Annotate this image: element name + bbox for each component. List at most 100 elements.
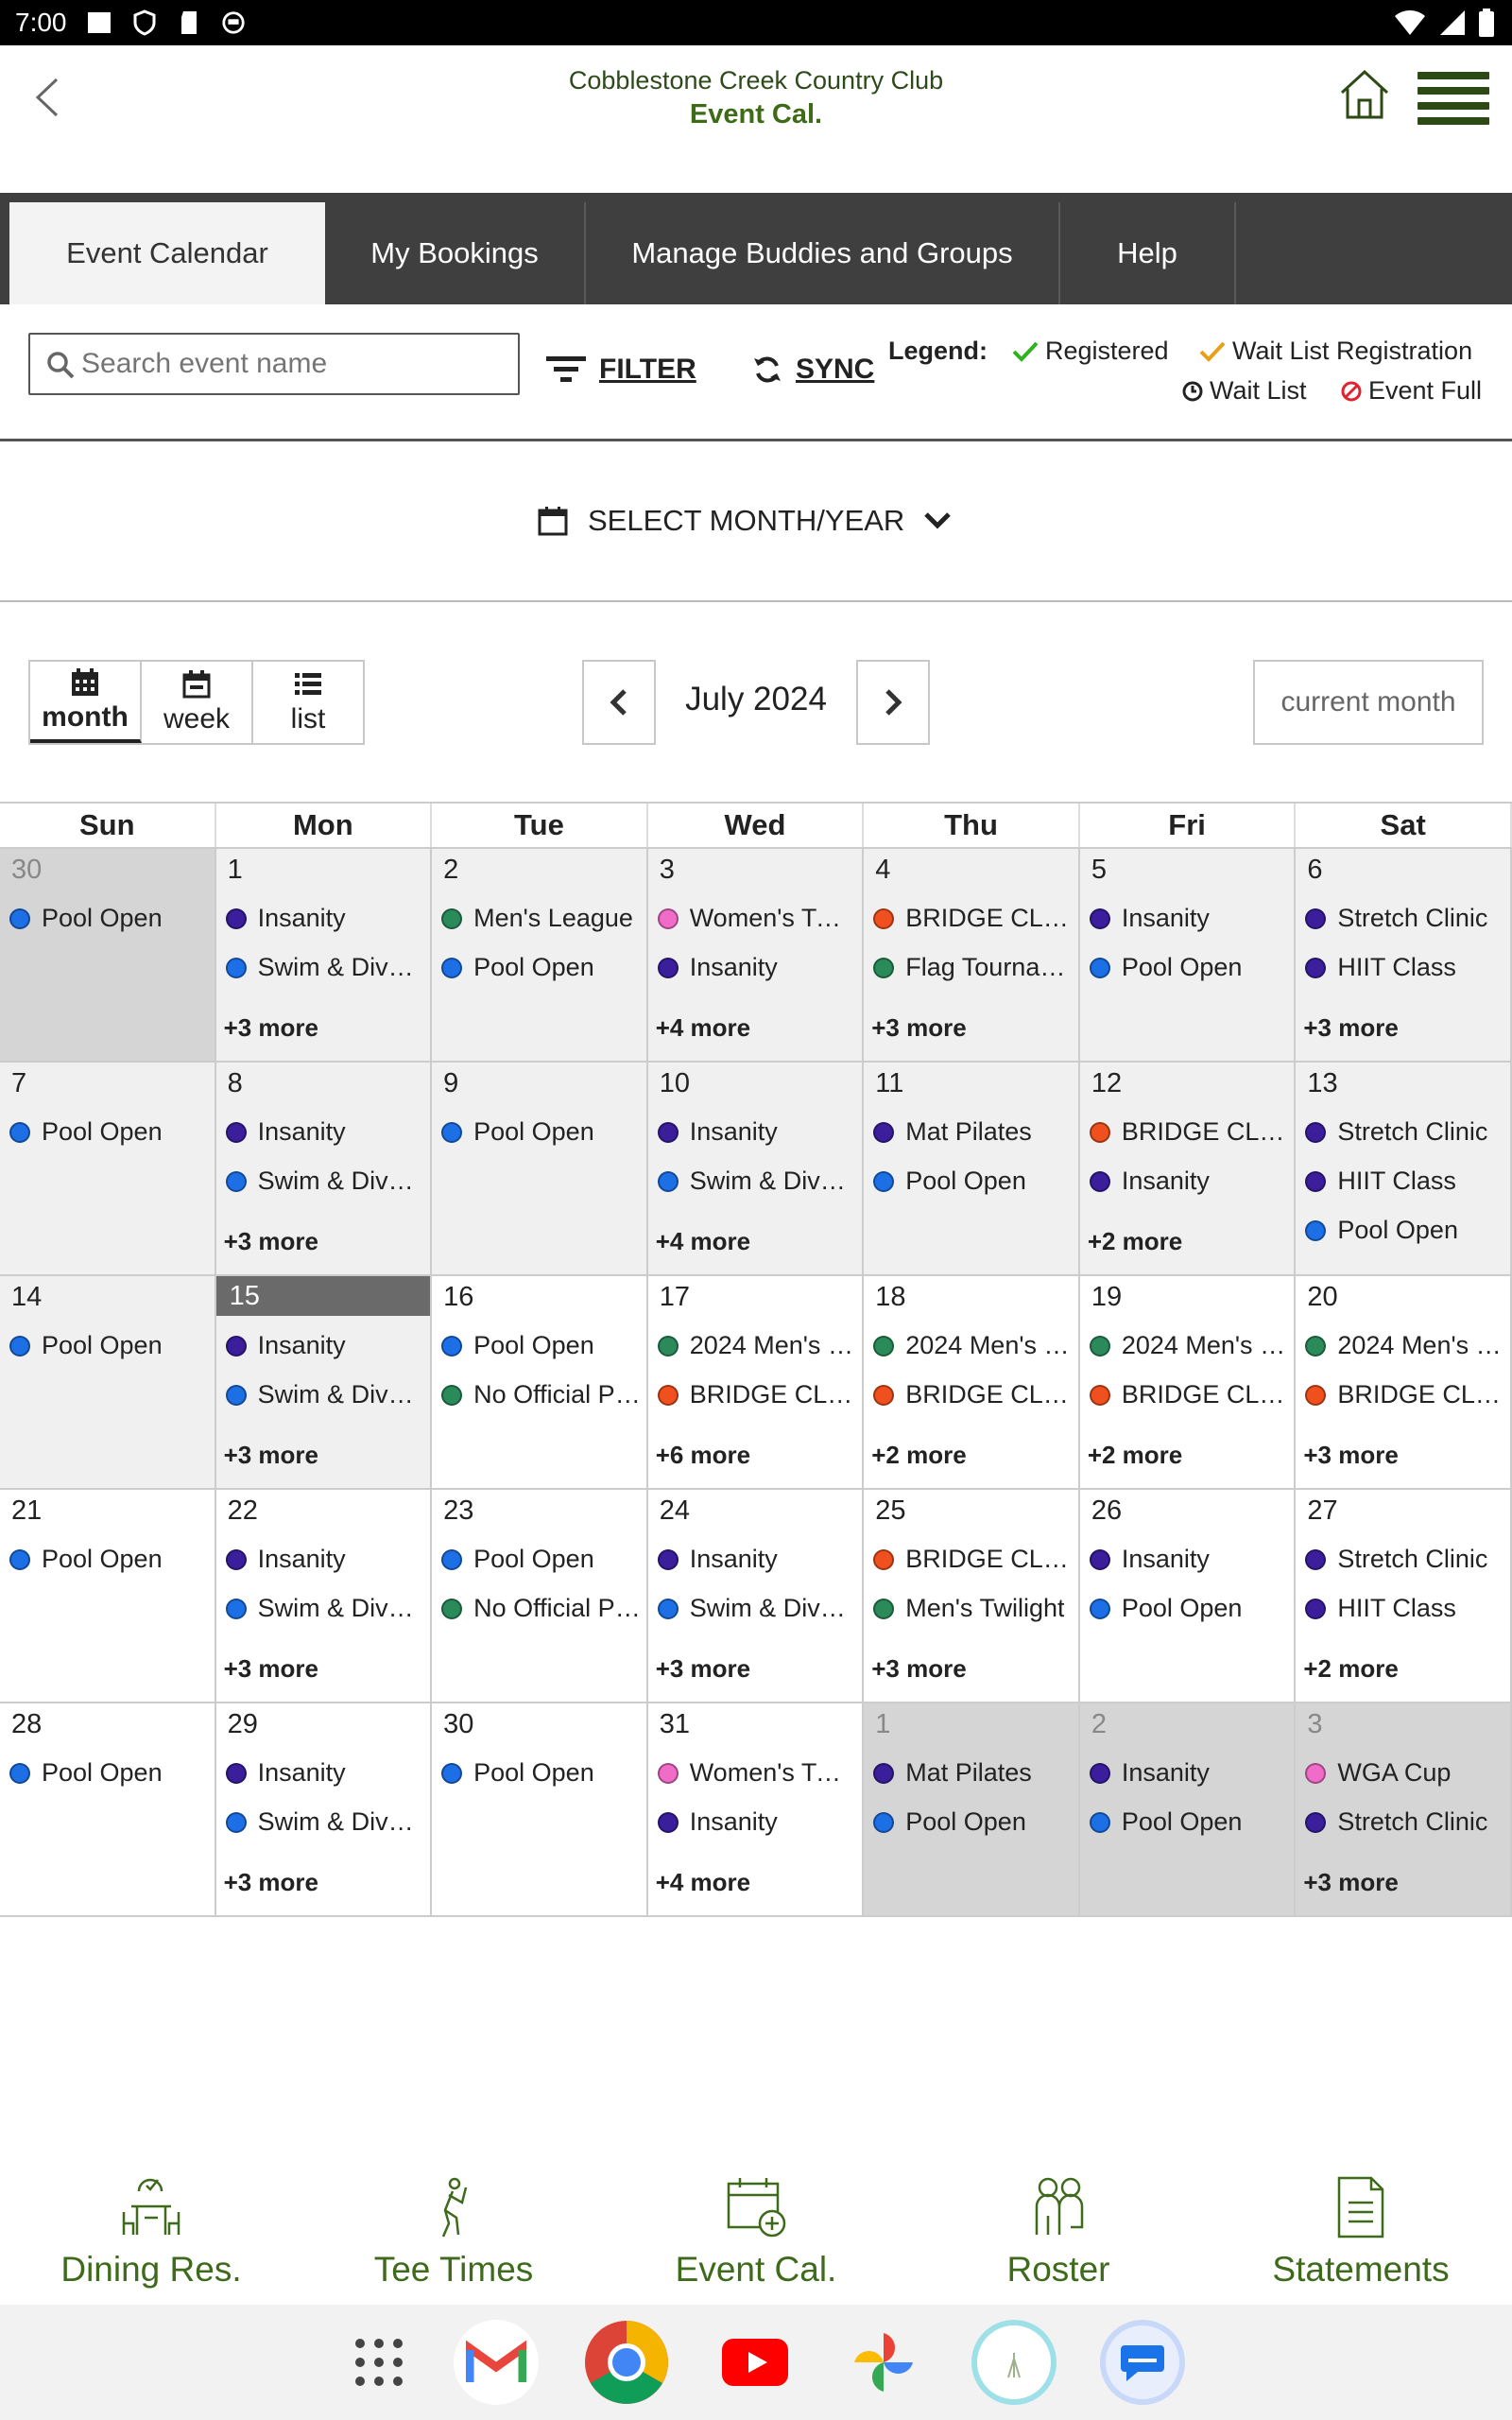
day-cell[interactable]: 4 BRIDGE CLOSED Flag Tournament +3 more — [864, 849, 1080, 1061]
more-events-link[interactable]: +3 more — [1303, 1868, 1398, 1897]
calendar-event[interactable]: Pool Open — [1305, 1216, 1505, 1245]
day-cell[interactable]: 3 Women's Twilight Insanity +4 more — [647, 849, 865, 1061]
day-cell[interactable]: 13 Stretch Clinic HIIT Class Pool Open — [1296, 1063, 1512, 1274]
calendar-event[interactable]: Insanity — [1089, 1758, 1290, 1788]
calendar-event[interactable]: Insanity — [225, 1331, 426, 1360]
more-events-link[interactable]: +2 more — [1088, 1227, 1182, 1256]
day-cell[interactable]: 12 BRIDGE CLOSED Insanity +2 more — [1079, 1063, 1297, 1274]
day-cell[interactable]: 6 Stretch Clinic HIIT Class +3 more — [1296, 849, 1512, 1061]
day-cell[interactable]: 28 Pool Open — [0, 1703, 216, 1915]
current-month-button[interactable]: current month — [1253, 660, 1484, 745]
calendar-event[interactable]: 2024 Men's Invitational — [1305, 1331, 1505, 1360]
more-events-link[interactable]: +6 more — [656, 1441, 750, 1470]
club-app-icon[interactable] — [971, 2320, 1057, 2405]
search-input[interactable] — [81, 344, 507, 384]
day-cell[interactable]: 3 WGA Cup Stretch Clinic +3 more — [1296, 1703, 1512, 1915]
day-cell[interactable]: 24 Insanity Swim & Dive Team +3 more — [647, 1490, 865, 1702]
calendar-event[interactable]: Swim & Dive Team — [225, 1167, 426, 1196]
calendar-event[interactable]: Stretch Clinic — [1305, 1545, 1505, 1574]
calendar-event[interactable]: Pool Open — [873, 1807, 1074, 1837]
calendar-event[interactable]: 2024 Men's Invitational — [873, 1331, 1074, 1360]
calendar-event[interactable]: BRIDGE CLOSED — [1305, 1380, 1505, 1409]
calendar-event[interactable]: Insanity — [657, 1807, 858, 1837]
more-events-link[interactable]: +3 more — [224, 1868, 318, 1897]
calendar-event[interactable]: Insanity — [225, 904, 426, 933]
calendar-event[interactable]: BRIDGE CLOSED — [1089, 1117, 1290, 1147]
day-cell[interactable]: 2 Insanity Pool Open — [1079, 1703, 1297, 1915]
calendar-event[interactable]: No Official Play — [441, 1594, 642, 1623]
day-cell[interactable]: 26 Insanity Pool Open — [1079, 1490, 1297, 1702]
calendar-event[interactable]: Insanity — [225, 1545, 426, 1574]
day-cell[interactable]: 9 Pool Open — [432, 1063, 648, 1274]
calendar-event[interactable]: Pool Open — [441, 1331, 642, 1360]
day-cell[interactable]: 25 BRIDGE CLOSED Men's Twilight +3 more — [864, 1490, 1080, 1702]
nav-event-cal[interactable]: Event Cal. — [605, 2165, 907, 2305]
calendar-event[interactable]: Women's Twilight — [657, 1758, 858, 1788]
gmail-icon[interactable] — [454, 2320, 539, 2405]
day-cell[interactable]: 27 Stretch Clinic HIIT Class +2 more — [1296, 1490, 1512, 1702]
calendar-event[interactable]: Stretch Clinic — [1305, 1117, 1505, 1147]
calendar-event[interactable]: Stretch Clinic — [1305, 1807, 1505, 1837]
calendar-event[interactable]: Swim & Dive Team — [225, 953, 426, 982]
week-view-button[interactable]: week — [142, 662, 253, 743]
calendar-event[interactable]: Pool Open — [9, 1117, 210, 1147]
calendar-event[interactable]: Insanity — [657, 953, 858, 982]
nav-tee-times[interactable]: Tee Times — [302, 2165, 605, 2305]
calendar-event[interactable]: Stretch Clinic — [1305, 904, 1505, 933]
calendar-event[interactable]: Pool Open — [441, 1545, 642, 1574]
calendar-event[interactable]: HIIT Class — [1305, 1594, 1505, 1623]
more-events-link[interactable]: +2 more — [1303, 1654, 1398, 1684]
day-cell[interactable]: 20 2024 Men's Invitational BRIDGE CLOSED +3… — [1296, 1276, 1512, 1488]
day-cell[interactable]: 23 Pool Open No Official Play — [432, 1490, 648, 1702]
calendar-event[interactable]: Pool Open — [1089, 953, 1290, 982]
calendar-event[interactable]: Pool Open — [1089, 1594, 1290, 1623]
calendar-event[interactable]: 2024 Men's Invitational — [657, 1331, 858, 1360]
calendar-event[interactable]: WGA Cup — [1305, 1758, 1505, 1788]
calendar-event[interactable]: BRIDGE CLOSED — [1089, 1380, 1290, 1409]
more-events-link[interactable]: +2 more — [1088, 1441, 1182, 1470]
calendar-event[interactable]: BRIDGE CLOSED — [873, 1545, 1074, 1574]
youtube-icon[interactable] — [713, 2320, 798, 2405]
calendar-event[interactable]: Insanity — [225, 1758, 426, 1788]
calendar-event[interactable]: HIIT Class — [1305, 953, 1505, 982]
calendar-event[interactable]: Insanity — [1089, 904, 1290, 933]
hamburger-menu-icon[interactable] — [1418, 72, 1489, 125]
day-cell[interactable]: 15 Insanity Swim & Dive Team +3 more — [215, 1276, 433, 1488]
calendar-event[interactable]: BRIDGE CLOSED — [873, 1380, 1074, 1409]
day-cell[interactable]: 2 Men's League Pool Open — [432, 849, 648, 1061]
nav-roster[interactable]: Roster — [907, 2165, 1210, 2305]
day-cell[interactable]: 29 Insanity Swim & Dive Team +3 more — [215, 1703, 433, 1915]
calendar-event[interactable]: Mat Pilates — [873, 1758, 1074, 1788]
day-cell[interactable]: 1 Insanity Swim & Dive Team +3 more — [215, 849, 433, 1061]
more-events-link[interactable]: +3 more — [871, 1654, 966, 1684]
calendar-event[interactable]: Pool Open — [873, 1167, 1074, 1196]
calendar-event[interactable]: Insanity — [1089, 1545, 1290, 1574]
calendar-event[interactable]: Men's League — [441, 904, 642, 933]
calendar-event[interactable]: HIIT Class — [1305, 1167, 1505, 1196]
list-view-button[interactable]: list — [253, 662, 363, 743]
nav-dining-res[interactable]: Dining Res. — [0, 2165, 302, 2305]
more-events-link[interactable]: +3 more — [224, 1227, 318, 1256]
more-events-link[interactable]: +3 more — [224, 1441, 318, 1470]
more-events-link[interactable]: +3 more — [871, 1013, 966, 1043]
calendar-event[interactable]: Mat Pilates — [873, 1117, 1074, 1147]
calendar-event[interactable]: Flag Tournament — [873, 953, 1074, 982]
month-year-selector[interactable]: SELECT MONTH/YEAR — [537, 504, 952, 538]
more-events-link[interactable]: +3 more — [1303, 1441, 1398, 1470]
calendar-event[interactable]: Women's Twilight — [657, 904, 858, 933]
calendar-event[interactable]: Pool Open — [441, 1758, 642, 1788]
tab-manage-buddies[interactable]: Manage Buddies and Groups — [586, 202, 1060, 304]
calendar-event[interactable]: No Official Play — [441, 1380, 642, 1409]
calendar-event[interactable]: Pool Open — [441, 953, 642, 982]
calendar-event[interactable]: Insanity — [225, 1117, 426, 1147]
calendar-event[interactable]: BRIDGE CLOSED — [657, 1380, 858, 1409]
calendar-event[interactable]: Swim & Dive Team — [225, 1807, 426, 1837]
day-cell[interactable]: 21 Pool Open — [0, 1490, 216, 1702]
calendar-event[interactable]: Pool Open — [9, 904, 210, 933]
day-cell[interactable]: 17 2024 Men's Invitational BRIDGE CLOSED +6… — [647, 1276, 865, 1488]
day-cell[interactable]: 19 2024 Men's Invitational BRIDGE CLOSED +2… — [1079, 1276, 1297, 1488]
calendar-event[interactable]: Insanity — [657, 1545, 858, 1574]
calendar-event[interactable]: Swim & Dive Team — [225, 1594, 426, 1623]
calendar-event[interactable]: BRIDGE CLOSED — [873, 904, 1074, 933]
next-month-button[interactable] — [856, 660, 930, 745]
